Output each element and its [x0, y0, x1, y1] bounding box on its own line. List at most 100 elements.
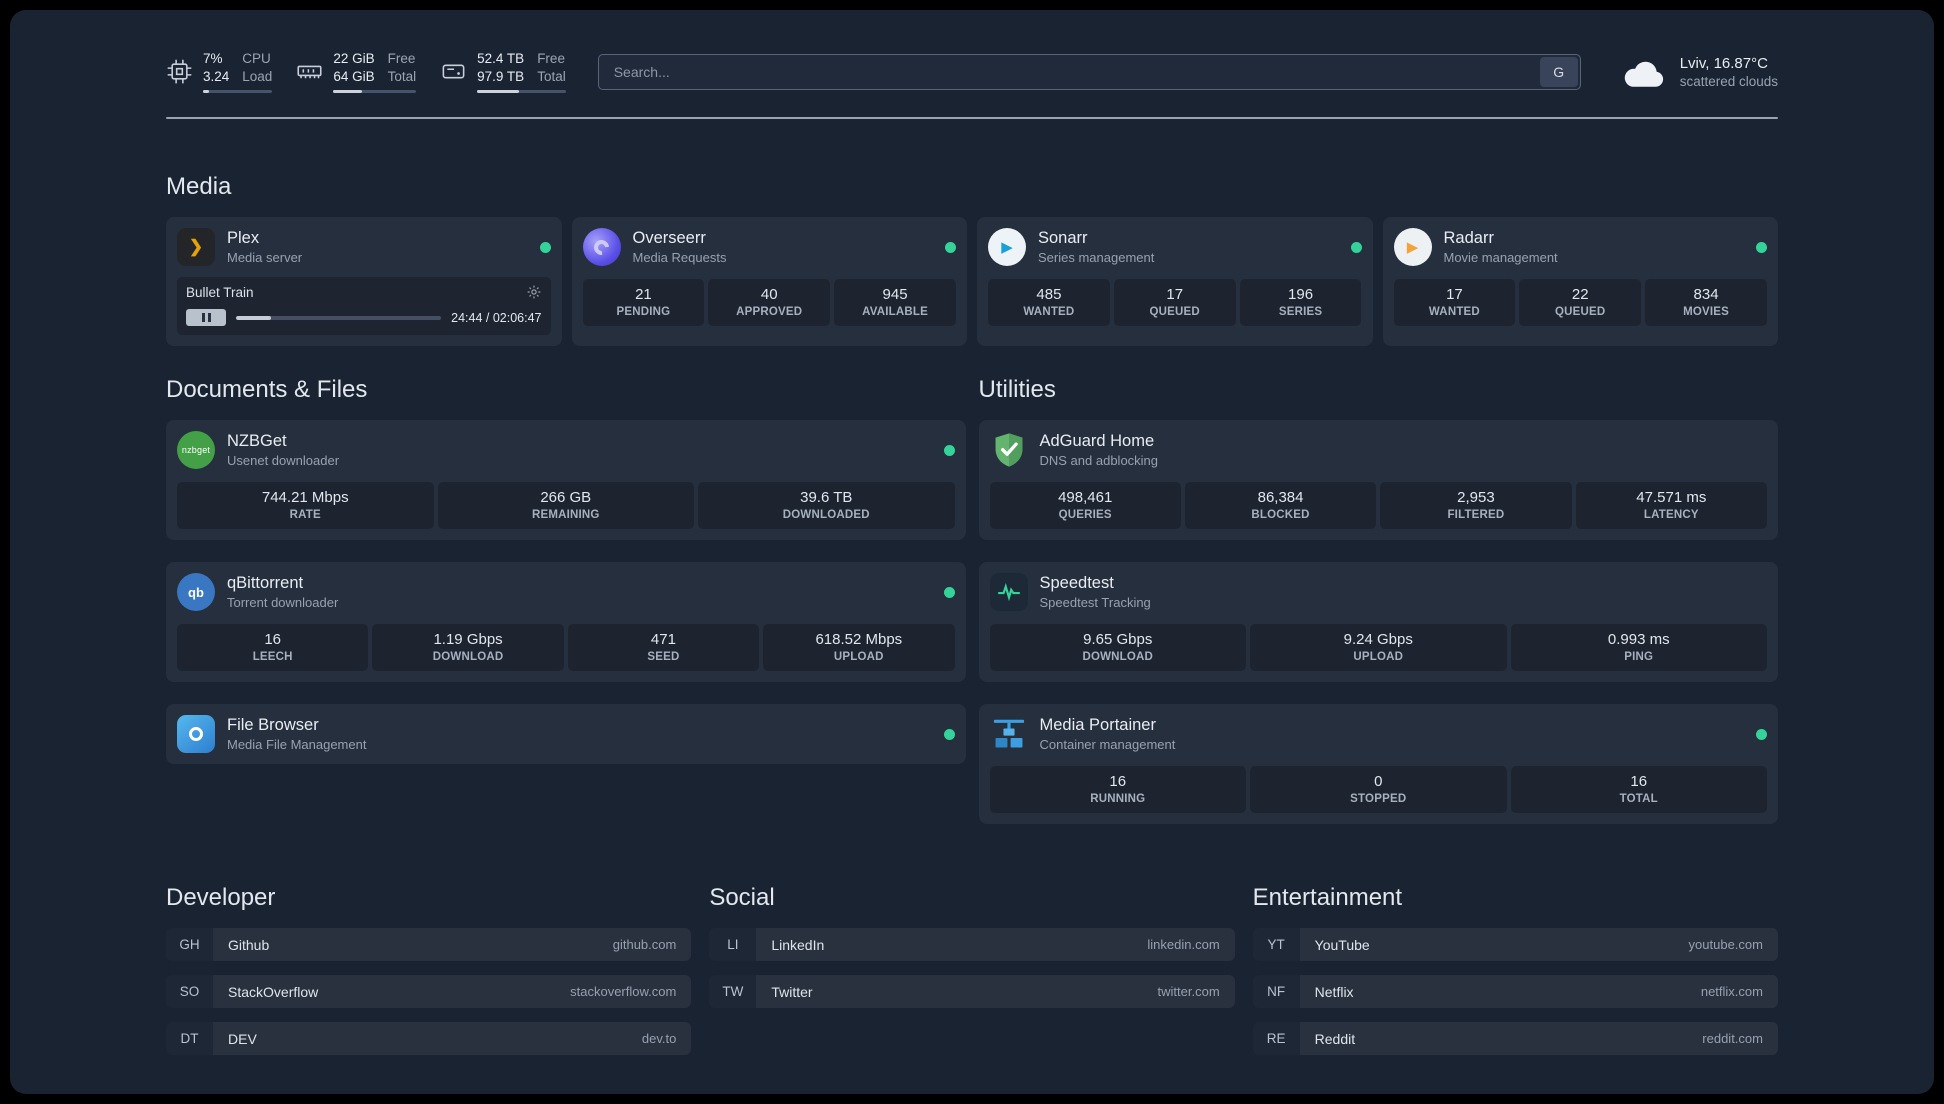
cpu-progress-bar — [203, 90, 273, 94]
cpu-usage-label: CPU — [242, 51, 271, 66]
stat-remaining: 266 GB REMAINING — [437, 482, 694, 530]
bookmark-name: StackOverflow — [228, 983, 319, 1000]
stats-row: 16 RUNNING 0 STOPPED 16 TOTAL — [989, 766, 1767, 814]
service-card-qbittorrent[interactable]: qb qBittorrent Torrent downloader 16 LEEC… — [166, 562, 966, 683]
memory-free-label: Free — [387, 51, 416, 66]
qbittorrent-icon: qb — [177, 573, 215, 612]
bookmark-github[interactable]: GH Github github.com — [166, 928, 692, 962]
service-card-filebrowser[interactable]: File Browser Media File Management — [166, 704, 966, 765]
bookmark-domain: github.com — [612, 937, 677, 953]
memory-icon — [297, 65, 322, 79]
stats-row: 17 WANTED 22 QUEUED 834 MOVIES — [1393, 279, 1768, 327]
bookmark-netflix[interactable]: NF Netflix netflix.com — [1253, 975, 1778, 1009]
bookmark-abbr: TW — [722, 984, 744, 1000]
service-name: Plex — [227, 229, 260, 248]
nzbget-icon: nzbget — [177, 431, 215, 470]
service-card-plex[interactable]: ❯ Plex Media server Bullet Train 24:44 /… — [166, 217, 562, 347]
section-title-utilities: Utilities — [978, 376, 1056, 404]
stat-queries: 498,461 QUERIES — [989, 482, 1181, 530]
stat-filtered: 2,953 FILTERED — [1380, 482, 1572, 530]
sonarr-icon: ▶ — [988, 228, 1026, 267]
stat-series: 196 SERIES — [1239, 279, 1362, 327]
stats-row: 744.21 Mbps RATE 266 GB REMAINING 39.6 TB D… — [177, 482, 955, 530]
stat-total: 16 TOTAL — [1510, 766, 1767, 814]
weather-location: Lviv, 16.87°C — [1679, 54, 1768, 72]
bookmark-dev[interactable]: DT DEV dev.to — [166, 1022, 692, 1056]
disk-free-value: 52.4 TB — [477, 51, 525, 66]
bookmark-twitter[interactable]: TW Twitter twitter.com — [709, 975, 1235, 1009]
bookmark-name: Twitter — [771, 983, 813, 1000]
bookmark-domain: reddit.com — [1702, 1031, 1763, 1047]
weather-widget: Lviv, 16.87°C scattered clouds — [1621, 54, 1778, 89]
bookmark-stackoverflow[interactable]: SO StackOverflow stackoverflow.com — [166, 975, 692, 1009]
bookmark-youtube[interactable]: YT YouTube youtube.com — [1253, 928, 1778, 962]
service-card-adguard[interactable]: AdGuard Home DNS and adblocking 498,461 Q… — [978, 420, 1778, 541]
search-provider-button[interactable]: G — [1539, 56, 1578, 87]
stat-approved: 40 APPROVED — [708, 279, 831, 327]
service-name: qBittorrent — [227, 574, 304, 593]
stat-leech: 16 LEECH — [177, 624, 369, 672]
service-card-speedtest[interactable]: Speedtest Speedtest Tracking 9.65 Gbps DO… — [978, 562, 1778, 683]
service-name: Sonarr — [1038, 229, 1088, 248]
stat-upload: 9.24 Gbps UPLOAD — [1250, 624, 1507, 672]
weather-condition: scattered clouds — [1679, 74, 1778, 90]
memory-progress-bar — [333, 90, 417, 94]
memory-total-label: Total — [387, 68, 417, 84]
section-title-entertainment: Entertainment — [1252, 884, 1403, 912]
gear-icon[interactable] — [526, 284, 542, 300]
service-description: Series management — [1038, 250, 1155, 266]
bookmark-name: DEV — [228, 1030, 257, 1047]
stat-available: 945 AVAILABLE — [834, 279, 956, 327]
service-description: Speedtest Tracking — [1039, 595, 1151, 611]
status-dot — [945, 241, 956, 253]
section-documents: Documents & Files nzbget NZBGet Usenet d… — [166, 376, 966, 824]
section-title-media: Media — [166, 173, 232, 201]
stat-upload: 618.52 Mbps UPLOAD — [763, 624, 955, 672]
stat-pending: 21 PENDING — [582, 279, 705, 327]
disk-icon — [442, 64, 465, 79]
stat-download: 9.65 Gbps DOWNLOAD — [989, 624, 1246, 672]
stat-seed: 471 SEED — [567, 624, 760, 672]
resource-widgets: 7% 3.24 CPU Load 22 GiB 64 GiB Free Tota… — [166, 50, 566, 94]
cloud-icon — [1624, 61, 1663, 87]
stats-row: 485 WANTED 17 QUEUED 196 SERIES — [988, 279, 1362, 327]
stats-row: 498,461 QUERIES 86,384 BLOCKED 2,953 FILTER… — [989, 482, 1767, 530]
bookmark-linkedin[interactable]: LI LinkedIn linkedin.com — [709, 928, 1235, 962]
bookmark-abbr: GH — [179, 937, 200, 953]
service-name: NZBGet — [227, 432, 287, 451]
bookmark-name: LinkedIn — [771, 936, 825, 953]
service-card-overseerr[interactable]: Overseerr Media Requests 21 PENDING 40 APP… — [571, 217, 967, 347]
disk-free-label: Free — [537, 51, 565, 66]
disk-total-label: Total — [537, 68, 566, 84]
cpu-load-label: Load — [242, 68, 273, 84]
stat-queued: 22 QUEUED — [1519, 279, 1642, 327]
plex-icon: ❯ — [177, 228, 215, 267]
bookmark-reddit[interactable]: RE Reddit reddit.com — [1253, 1022, 1778, 1056]
service-description: DNS and adblocking — [1039, 453, 1159, 469]
status-dot — [1350, 241, 1362, 253]
service-description: Media Requests — [632, 250, 727, 266]
memory-total-value: 64 GiB — [333, 68, 375, 84]
stats-row: 16 LEECH 1.19 Gbps DOWNLOAD 471 SEED 618.52… — [177, 624, 955, 672]
service-card-nzbget[interactable]: nzbget NZBGet Usenet downloader 744.21 M… — [166, 420, 966, 541]
service-name: Overseerr — [632, 229, 706, 248]
section-title-social: Social — [709, 884, 775, 912]
service-card-sonarr[interactable]: ▶ Sonarr Series management 485 WANTED 17 Q… — [977, 217, 1373, 347]
bookmark-abbr: LI — [727, 937, 739, 953]
bookmarks-section: Developer GH Github github.com SO StackOv… — [166, 884, 1778, 1094]
playback-progress-bar[interactable] — [236, 315, 442, 320]
playback-time: 24:44 / 02:06:47 — [451, 310, 542, 325]
stat-running: 16 RUNNING — [989, 766, 1246, 814]
search-input[interactable] — [597, 53, 1581, 90]
stat-stopped: 0 STOPPED — [1250, 766, 1507, 814]
service-name: Speedtest — [1039, 574, 1114, 593]
portainer-icon — [990, 715, 1028, 753]
stats-row: 9.65 Gbps DOWNLOAD 9.24 Gbps UPLOAD 0.993 … — [989, 624, 1767, 672]
pause-button[interactable] — [186, 309, 226, 327]
service-card-radarr[interactable]: ▶ Radarr Movie management 17 WANTED 22 QUE… — [1382, 217, 1778, 347]
stat-latency: 47.571 ms LATENCY — [1575, 482, 1767, 530]
now-playing-widget: Bullet Train 24:44 / 02:06:47 — [177, 277, 551, 336]
service-card-portainer[interactable]: Media Portainer Container management 16 R… — [978, 704, 1778, 825]
bookmark-abbr: RE — [1266, 1031, 1286, 1047]
dashboard: 7% 3.24 CPU Load 22 GiB 64 GiB Free Tota… — [10, 10, 1934, 1094]
